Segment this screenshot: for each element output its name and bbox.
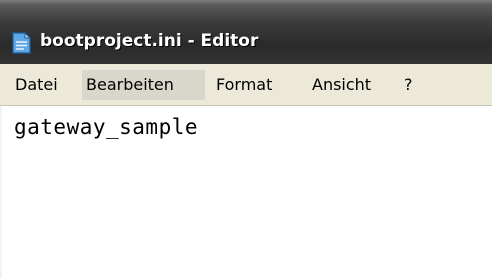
menu-help[interactable]: ? (400, 70, 417, 100)
menu-format[interactable]: Format (212, 70, 276, 100)
editor-content[interactable]: gateway_sample (14, 115, 198, 139)
menu-ansicht[interactable]: Ansicht (308, 70, 375, 100)
title-bar[interactable]: bootproject.ini - Editor (0, 0, 492, 64)
notepad-icon (12, 31, 32, 54)
menu-bearbeiten[interactable]: Bearbeiten (82, 70, 205, 100)
text-editor-area[interactable]: gateway_sample (0, 106, 492, 278)
window-title: bootproject.ini - Editor (40, 31, 259, 51)
menu-bar: Datei Bearbeiten Format Ansicht ? (0, 64, 492, 106)
menu-datei[interactable]: Datei (11, 70, 62, 100)
editor-window: bootproject.ini - Editor Datei Bearbeite… (0, 0, 492, 278)
